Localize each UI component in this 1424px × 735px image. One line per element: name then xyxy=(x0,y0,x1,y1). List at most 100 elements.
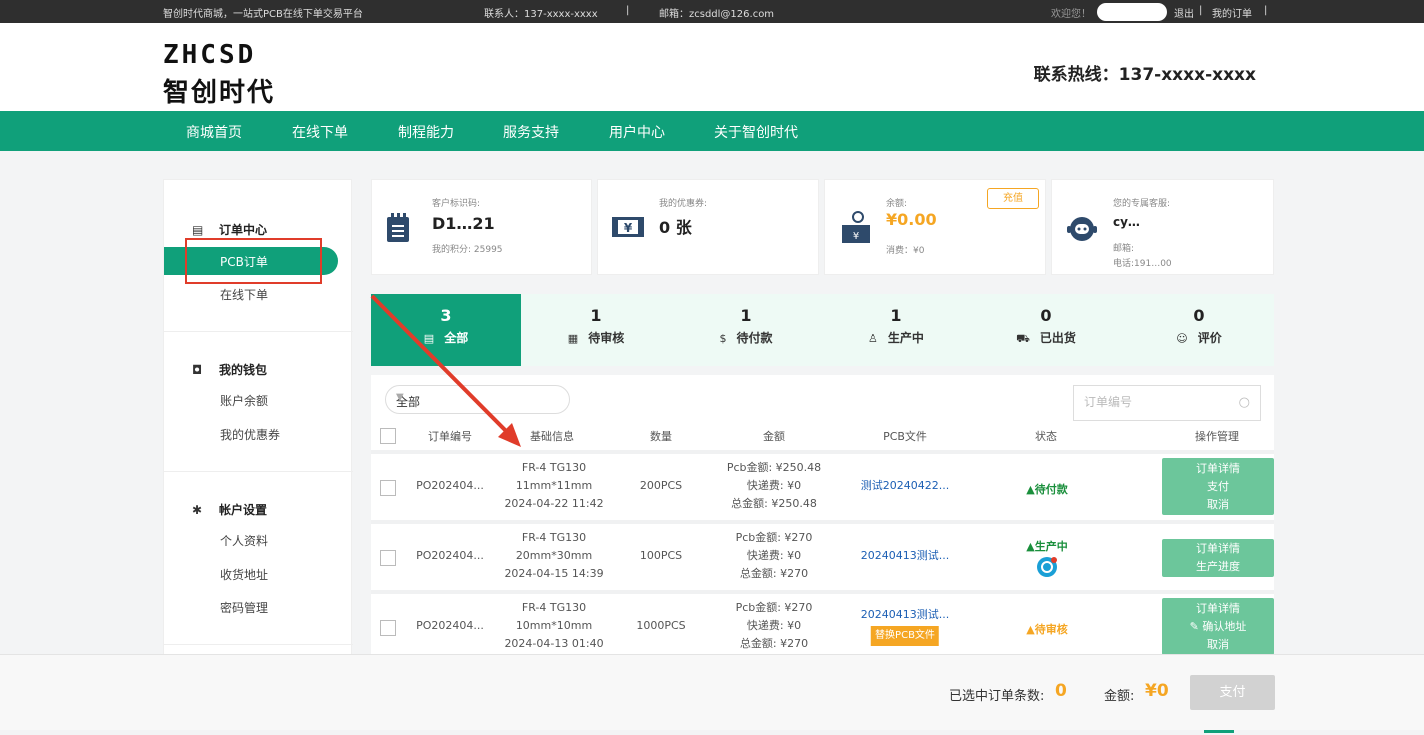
amount-info: Pcb金额: ¥250.48 快递费: ¥0 总金额: ¥250.48 xyxy=(727,459,821,513)
my-orders-link[interactable]: 我的订单 xyxy=(1212,5,1252,20)
amount-info: Pcb金额: ¥270 快递费: ¥0 总金额: ¥270 xyxy=(736,529,813,583)
tab-pending-review[interactable]: 1 ▦ 待审核 xyxy=(521,294,671,366)
svg-text:¥: ¥ xyxy=(853,231,859,242)
service-name: cy… xyxy=(1113,215,1140,229)
confirm-address-button[interactable]: ✎ 确认地址 xyxy=(1162,618,1274,636)
sidebar-item-password[interactable]: 密码管理 xyxy=(220,599,268,616)
sidebar-section-label: 订单中心 xyxy=(219,223,268,237)
smile-icon: ☺ xyxy=(1176,332,1188,345)
order-no[interactable]: PO202404... xyxy=(416,617,484,635)
logout-link[interactable]: 退出 xyxy=(1174,5,1194,20)
shipping-fee: 快递费: ¥0 xyxy=(746,549,802,562)
row-checkbox[interactable] xyxy=(380,480,396,496)
status-badge: ▲生产中 xyxy=(1026,540,1068,553)
tab-shipped[interactable]: 0 ⛟ 已出货 xyxy=(971,294,1121,366)
status-tabs: 3 ▤ 全部 1 ▦ 待审核 1 $ 待付款 1 ♙ 生产中 0 ⛟ 已出货 0 ☺ 评价 xyxy=(371,294,1274,366)
tab-label: ☺ 评价 xyxy=(1176,331,1222,345)
logo-english[interactable]: ZHCSD xyxy=(163,40,256,70)
nav-about[interactable]: 关于智创时代 xyxy=(714,122,798,142)
shipping-fee: 快递费: ¥0 xyxy=(746,619,802,632)
size: 11mm*11mm xyxy=(515,479,593,492)
selected-count-label: 已选中订单条数: xyxy=(949,689,1045,704)
basic-info: FR-4 TG130 20mm*30mm 2024-04-15 14:39 xyxy=(504,529,603,583)
material: FR-4 TG130 xyxy=(521,531,587,544)
search-icon[interactable]: ○ xyxy=(1239,395,1250,410)
consume-text: 消费：¥0 xyxy=(886,246,925,256)
production-progress-button[interactable]: 生产进度 xyxy=(1162,558,1274,576)
pay-button[interactable]: 支付 xyxy=(1162,478,1274,496)
welcome-text: 欢迎您！ xyxy=(1051,9,1091,20)
date: 2024-04-22 11:42 xyxy=(504,497,604,510)
customer-code-value: D1…21 xyxy=(432,214,495,233)
sidebar-section-orders: ▤ 订单中心 xyxy=(192,221,267,238)
order-detail-button[interactable]: 订单详情 xyxy=(1162,540,1274,558)
shipping-fee: 快递费: ¥0 xyxy=(746,479,802,492)
order-detail-button[interactable]: 订单详情 xyxy=(1162,460,1274,478)
pcb-file-link[interactable]: 20240413测试... xyxy=(861,606,949,624)
ops-panel: 订单详情 支付 取消 xyxy=(1162,458,1274,515)
production-progress-icon[interactable] xyxy=(1036,556,1058,578)
sidebar-item-online-order[interactable]: 在线下单 xyxy=(220,286,268,303)
order-no[interactable]: PO202404... xyxy=(416,547,484,565)
order-search: ○ xyxy=(1073,385,1261,421)
th-qty: 数量 xyxy=(650,430,672,443)
scroll-indicator xyxy=(1204,730,1234,733)
tab-pending-payment[interactable]: 1 $ 待付款 xyxy=(671,294,821,366)
pencil-icon: ✎ xyxy=(1189,620,1203,633)
tab-all[interactable]: 3 ▤ 全部 xyxy=(371,294,521,366)
separator: | xyxy=(1264,5,1268,16)
sidebar-item-profile[interactable]: 个人资料 xyxy=(220,532,268,549)
material: FR-4 TG130 xyxy=(521,601,587,614)
cancel-button[interactable]: 取消 xyxy=(1162,496,1274,514)
truck-icon: ⛟ xyxy=(1016,332,1030,345)
total-amount: 总金额: ¥270 xyxy=(739,637,809,650)
coupon-card: ¥ 我的优惠券: 0 张 xyxy=(597,179,819,275)
amount-value: ¥0 xyxy=(1145,681,1169,701)
row-checkbox[interactable] xyxy=(380,550,396,566)
hotline: 联系热线：137-xxxx-xxxx xyxy=(1033,65,1256,85)
coupon-label: 我的优惠券: xyxy=(659,199,708,209)
size: 20mm*30mm xyxy=(515,549,593,562)
checkout-bar: 已选中订单条数: 0 金额: ¥0 支付 xyxy=(0,654,1424,730)
th-order-no: 订单编号 xyxy=(428,430,472,443)
cancel-button[interactable]: 取消 xyxy=(1162,636,1274,654)
status-badge: ▲待付款 xyxy=(1026,483,1068,496)
pcb-file-link[interactable]: 测试20240422... xyxy=(861,477,949,495)
tab-label: $ 待付款 xyxy=(719,331,773,345)
ops-panel: 订单详情 生产进度 xyxy=(1162,539,1274,577)
tab-review[interactable]: 0 ☺ 评价 xyxy=(1124,294,1274,366)
pay-button[interactable]: 支付 xyxy=(1190,675,1275,710)
review-icon: ▦ xyxy=(567,332,579,345)
nav-capability[interactable]: 制程能力 xyxy=(398,122,454,142)
coupon-icon: ¥ xyxy=(612,217,644,237)
sidebar-item-coupons[interactable]: 我的优惠券 xyxy=(220,426,280,443)
row-checkbox[interactable] xyxy=(380,620,396,636)
recharge-button[interactable]: 充值 xyxy=(987,188,1039,209)
pcb-amount: Pcb金额: ¥270 xyxy=(735,531,813,544)
qty: 1000PCS xyxy=(636,619,686,632)
amount-label: 金额: xyxy=(1104,689,1135,704)
replace-pcb-file-button[interactable]: 替换PCB文件 xyxy=(871,626,939,646)
sidebar-item-balance[interactable]: 账户余额 xyxy=(220,392,268,409)
total-amount: 总金额: ¥250.48 xyxy=(731,497,817,510)
worker-icon: ♙ xyxy=(868,332,878,345)
sidebar-item-address[interactable]: 收货地址 xyxy=(220,566,268,583)
status-filter-select[interactable]: 全部 ▼ xyxy=(385,385,570,414)
logo-chinese[interactable]: 智创时代 xyxy=(163,72,275,109)
sidebar-section-label: 帐户设置 xyxy=(219,503,268,517)
tab-count: 1 xyxy=(890,306,902,325)
nav-online-order[interactable]: 在线下单 xyxy=(292,122,348,142)
nav-user-center[interactable]: 用户中心 xyxy=(609,122,665,142)
service-email: 邮箱: xyxy=(1113,244,1135,254)
order-search-input[interactable] xyxy=(1084,395,1224,409)
nav-support[interactable]: 服务支持 xyxy=(503,122,559,142)
order-detail-button[interactable]: 订单详情 xyxy=(1162,600,1274,618)
nav-home[interactable]: 商城首页 xyxy=(186,122,242,142)
separator: | xyxy=(626,5,630,16)
select-all-checkbox[interactable] xyxy=(380,428,396,444)
tab-count: 3 xyxy=(440,306,452,325)
pcb-file-link[interactable]: 20240413测试... xyxy=(861,547,949,565)
tab-in-production[interactable]: 1 ♙ 生产中 xyxy=(821,294,971,366)
order-no[interactable]: PO202404... xyxy=(416,477,484,495)
th-amount: 金额 xyxy=(763,430,785,443)
